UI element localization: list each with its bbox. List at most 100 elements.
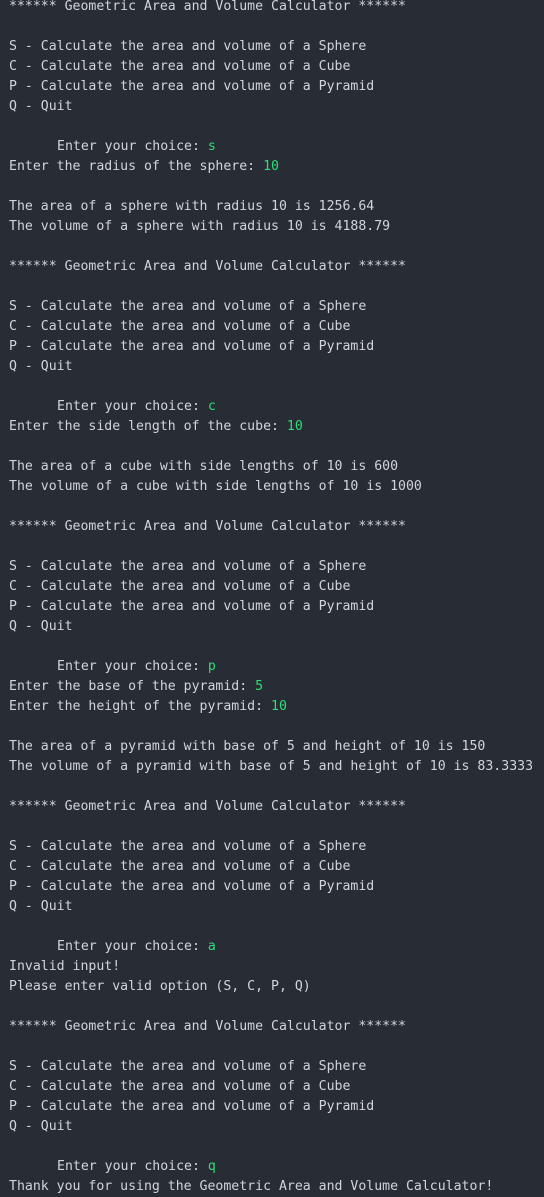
output-text: The area of a cube with side lengths of …: [9, 459, 399, 474]
output-line: ****** Geometric Area and Volume Calcula…: [9, 797, 544, 817]
output-text: The volume of a pyramid with base of 5 a…: [9, 759, 534, 774]
prompt-text: Enter the base of the pyramid:: [9, 679, 256, 694]
output-text: The volume of a sphere with radius 10 is…: [9, 219, 391, 234]
prompt-text: Enter the height of the pyramid:: [9, 699, 272, 714]
output-text: P - Calculate the area and volume of a P…: [9, 79, 375, 94]
output-line: S - Calculate the area and volume of a S…: [9, 557, 544, 577]
output-line: C - Calculate the area and volume of a C…: [9, 577, 544, 597]
user-input: c: [207, 399, 216, 414]
output-text: C - Calculate the area and volume of a C…: [9, 59, 351, 74]
user-input: q: [207, 1159, 216, 1174]
output-text: S - Calculate the area and volume of a S…: [9, 839, 367, 854]
output-line: The volume of a pyramid with base of 5 a…: [9, 757, 544, 777]
user-input: p: [207, 659, 216, 674]
output-text: Thank you for using the Geometric Area a…: [9, 1179, 494, 1194]
user-input: 10: [286, 419, 303, 434]
output-line: Q - Quit: [9, 897, 544, 917]
output-line: ****** Geometric Area and Volume Calcula…: [9, 257, 544, 277]
output-line: P - Calculate the area and volume of a P…: [9, 597, 544, 617]
prompt-line: Enter the height of the pyramid: 10: [9, 697, 544, 717]
prompt-line: Enter your choice: p: [9, 657, 544, 677]
output-text: Q - Quit: [9, 1119, 73, 1134]
user-input: s: [207, 139, 216, 154]
output-line: The volume of a sphere with radius 10 is…: [9, 217, 544, 237]
user-input: 5: [255, 679, 264, 694]
output-text: P - Calculate the area and volume of a P…: [9, 1099, 375, 1114]
output-text: P - Calculate the area and volume of a P…: [9, 879, 375, 894]
output-line: S - Calculate the area and volume of a S…: [9, 297, 544, 317]
output-text: Please enter valid option (S, C, P, Q): [9, 979, 311, 994]
prompt-line: Enter the side length of the cube: 10: [9, 417, 544, 437]
output-text: The volume of a cube with side lengths o…: [9, 479, 422, 494]
output-text: ****** Geometric Area and Volume Calcula…: [9, 1019, 406, 1034]
output-line: C - Calculate the area and volume of a C…: [9, 317, 544, 337]
output-text: The area of a pyramid with base of 5 and…: [9, 739, 486, 754]
output-line: Invalid input!: [9, 957, 544, 977]
output-text: C - Calculate the area and volume of a C…: [9, 579, 351, 594]
output-text: S - Calculate the area and volume of a S…: [9, 299, 367, 314]
output-line: Q - Quit: [9, 97, 544, 117]
prompt-line: Enter the base of the pyramid: 5: [9, 677, 544, 697]
prompt-text: Enter the radius of the sphere:: [9, 159, 264, 174]
prompt-line: Enter the radius of the sphere: 10: [9, 157, 544, 177]
output-line: P - Calculate the area and volume of a P…: [9, 337, 544, 357]
output-line: Please enter valid option (S, C, P, Q): [9, 977, 544, 997]
user-input: a: [207, 939, 216, 954]
output-line: Thank you for using the Geometric Area a…: [9, 1177, 544, 1197]
output-text: C - Calculate the area and volume of a C…: [9, 1079, 351, 1094]
output-line: S - Calculate the area and volume of a S…: [9, 1057, 544, 1077]
output-text: Q - Quit: [9, 899, 73, 914]
output-text: Invalid input!: [9, 959, 121, 974]
user-input: 10: [271, 699, 287, 714]
output-line: The area of a cube with side lengths of …: [9, 457, 544, 477]
output-line: P - Calculate the area and volume of a P…: [9, 77, 544, 97]
output-text: ****** Geometric Area and Volume Calcula…: [9, 519, 406, 534]
output-line: Q - Quit: [9, 617, 544, 637]
prompt-text: Enter your choice:: [57, 939, 208, 954]
output-line: The area of a sphere with radius 10 is 1…: [9, 197, 544, 217]
prompt-line: Enter your choice: s: [9, 137, 544, 157]
output-line: Q - Quit: [9, 357, 544, 377]
output-text: S - Calculate the area and volume of a S…: [9, 39, 367, 54]
output-line: P - Calculate the area and volume of a P…: [9, 877, 544, 897]
output-line: P - Calculate the area and volume of a P…: [9, 1097, 544, 1117]
user-input: 10: [263, 159, 279, 174]
output-text: C - Calculate the area and volume of a C…: [9, 859, 351, 874]
output-text: Q - Quit: [9, 359, 73, 374]
output-text: ****** Geometric Area and Volume Calcula…: [9, 0, 406, 14]
output-text: The area of a sphere with radius 10 is 1…: [9, 199, 375, 214]
prompt-text: Enter your choice:: [57, 1159, 208, 1174]
output-line: The area of a pyramid with base of 5 and…: [9, 737, 544, 757]
output-line: Q - Quit: [9, 1117, 544, 1137]
output-line: C - Calculate the area and volume of a C…: [9, 857, 544, 877]
prompt-text: Enter your choice:: [57, 399, 208, 414]
output-text: P - Calculate the area and volume of a P…: [9, 599, 375, 614]
terminal-output[interactable]: ****** Geometric Area and Volume Calcula…: [0, 0, 544, 1194]
prompt-text: Enter your choice:: [57, 139, 208, 154]
prompt-line: Enter your choice: q: [9, 1157, 544, 1177]
output-line: ****** Geometric Area and Volume Calcula…: [9, 517, 544, 537]
output-line: S - Calculate the area and volume of a S…: [9, 837, 544, 857]
output-line: ****** Geometric Area and Volume Calcula…: [9, 0, 544, 17]
output-text: P - Calculate the area and volume of a P…: [9, 339, 375, 354]
output-text: S - Calculate the area and volume of a S…: [9, 1059, 367, 1074]
output-line: C - Calculate the area and volume of a C…: [9, 57, 544, 77]
prompt-line: Enter your choice: a: [9, 937, 544, 957]
prompt-line: Enter your choice: c: [9, 397, 544, 417]
prompt-text: Enter your choice:: [57, 659, 208, 674]
